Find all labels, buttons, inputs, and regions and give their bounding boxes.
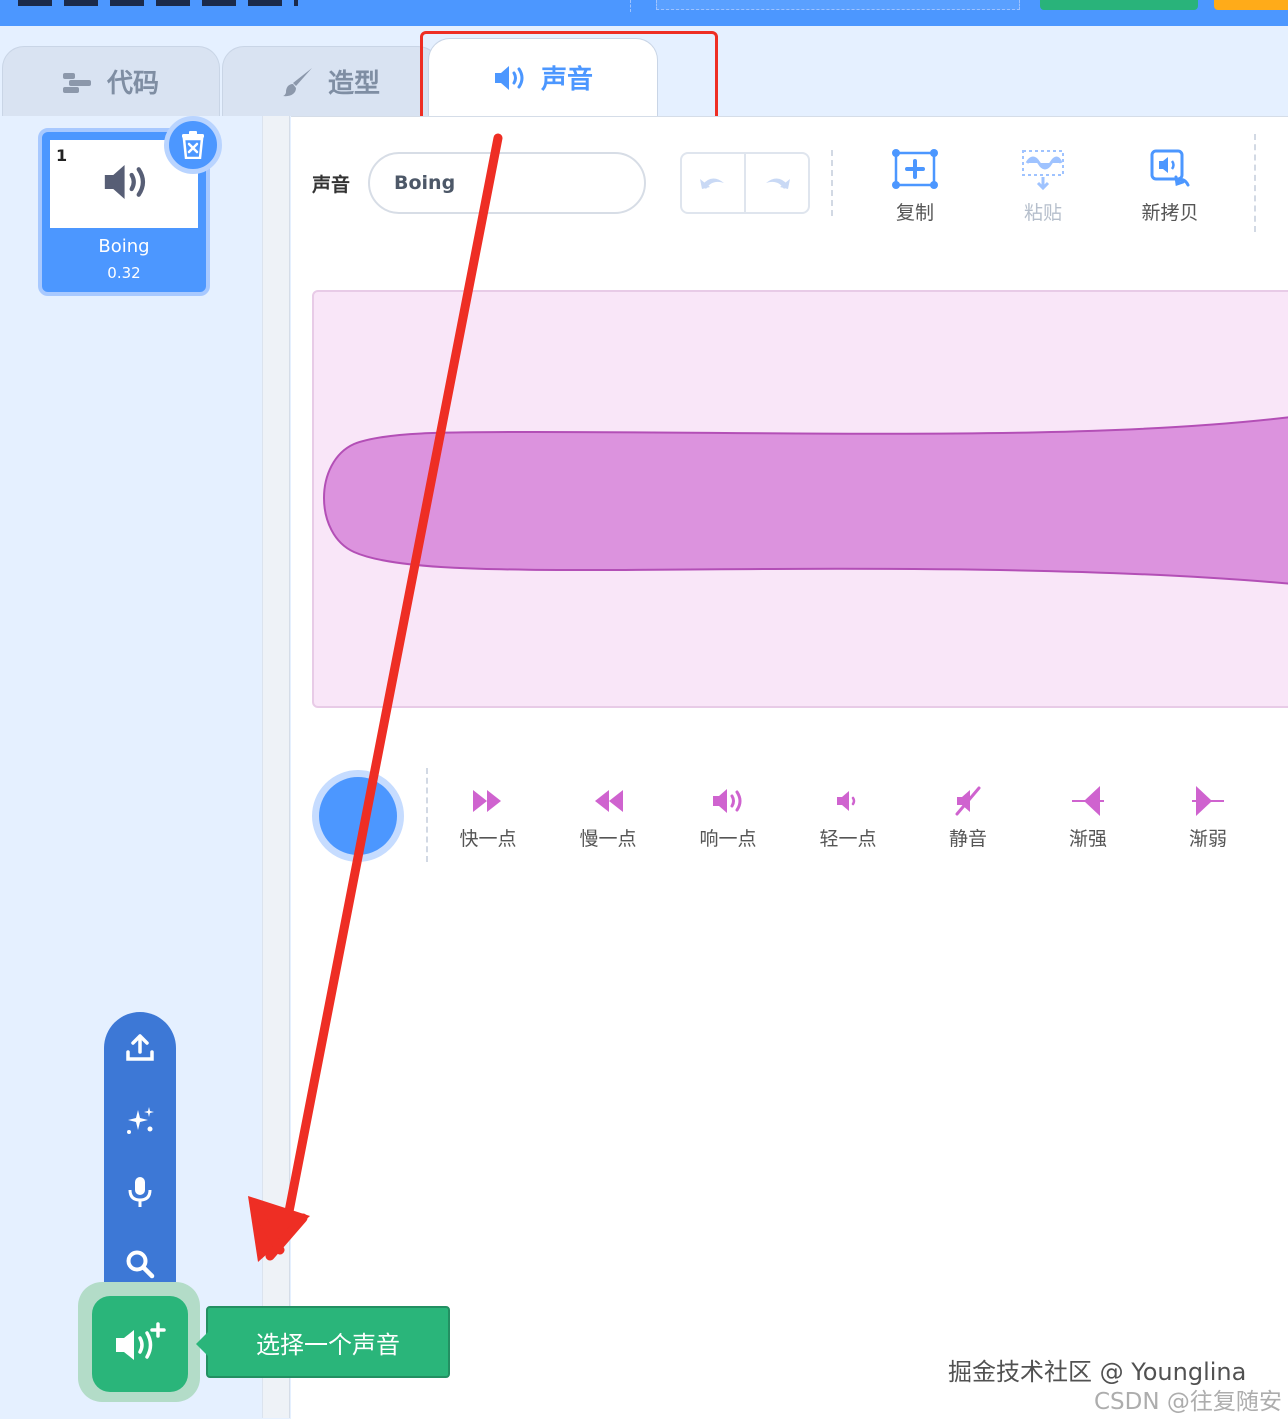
effect-fade-out-button[interactable]: 渐弱	[1158, 784, 1258, 851]
new-copy-label: 新拷贝	[1141, 202, 1199, 224]
copy-button[interactable]: 复制	[865, 144, 965, 225]
waveform-shape	[323, 416, 1288, 585]
add-sound-tooltip: 选择一个声音	[196, 1306, 450, 1378]
add-sound-menu	[104, 1012, 176, 1312]
effect-softer-button[interactable]: 轻一点	[798, 784, 898, 851]
sound-list-scrollbar[interactable]	[262, 116, 290, 1418]
delete-sound-button[interactable]	[164, 116, 222, 174]
sound-waveform[interactable]	[312, 290, 1288, 708]
copy-icon	[865, 144, 965, 194]
sound-speaker-icon	[102, 162, 150, 206]
add-sound-icon	[116, 1322, 166, 1360]
surprise-button[interactable]	[104, 1090, 176, 1150]
see-project-button[interactable]	[1214, 0, 1288, 10]
copy-label: 复制	[895, 202, 934, 224]
slower-icon	[558, 784, 658, 818]
tab-code-label: 代码	[106, 69, 159, 99]
undo-button[interactable]	[682, 154, 744, 212]
toolbar-divider-right	[1254, 134, 1256, 232]
redo-icon	[766, 178, 790, 189]
upload-icon	[126, 1034, 154, 1061]
effect-slower-button[interactable]: 慢一点	[558, 784, 658, 851]
sound-name-input[interactable]	[368, 152, 646, 214]
sound-name-label: 声音	[312, 174, 351, 196]
fade-out-icon	[1158, 784, 1258, 818]
effect-fade-in-label: 渐强	[1068, 828, 1107, 850]
effect-faster-label: 快一点	[459, 828, 517, 850]
brush-icon	[282, 66, 314, 98]
code-icon	[62, 71, 93, 93]
fade-in-icon	[1038, 784, 1138, 818]
sound-name: Boing	[98, 236, 150, 257]
trash-icon	[182, 131, 204, 159]
effect-softer-label: 轻一点	[819, 828, 877, 850]
redo-button[interactable]	[744, 154, 808, 212]
tab-code[interactable]: 代码	[2, 46, 220, 116]
undo-icon	[700, 178, 724, 189]
effect-mute-label: 静音	[948, 828, 987, 850]
paste-icon	[993, 144, 1093, 194]
softer-icon	[798, 784, 898, 818]
effect-louder-label: 响一点	[699, 828, 757, 850]
logo	[18, 0, 298, 6]
record-icon	[128, 1177, 152, 1207]
upload-sound-button[interactable]	[104, 1018, 176, 1078]
effect-faster-button[interactable]: 快一点	[438, 784, 538, 851]
search-icon	[126, 1250, 155, 1279]
undo-redo-group	[680, 152, 810, 214]
paste-label: 粘贴	[1023, 202, 1062, 224]
effect-mute-button[interactable]: 静音	[918, 784, 1018, 851]
add-sound-button[interactable]	[92, 1296, 188, 1392]
tooltip-text: 选择一个声音	[256, 1330, 400, 1359]
menu-divider	[630, 0, 631, 12]
paste-button[interactable]: 粘贴	[993, 144, 1093, 225]
louder-icon	[678, 784, 778, 818]
tab-costumes-label: 造型	[327, 69, 380, 99]
mute-icon	[918, 784, 1018, 818]
record-button[interactable]	[104, 1162, 176, 1222]
effect-slower-label: 慢一点	[579, 828, 637, 850]
watermark-csdn: CSDN @往复随安	[1094, 1389, 1282, 1415]
effects-divider	[426, 768, 428, 862]
play-button[interactable]	[312, 770, 404, 862]
project-title-field[interactable]	[656, 0, 1020, 10]
effect-fade-in-button[interactable]: 渐强	[1038, 784, 1138, 851]
surprise-icon	[127, 1107, 154, 1134]
faster-icon	[438, 784, 538, 818]
sound-duration: 0.32	[107, 264, 141, 282]
sound-index: 1	[56, 146, 68, 165]
toolbar-divider	[831, 150, 833, 216]
new-copy-icon	[1120, 144, 1220, 194]
share-button[interactable]	[1040, 0, 1198, 10]
effect-louder-button[interactable]: 响一点	[678, 784, 778, 851]
new-copy-button[interactable]: 新拷贝	[1120, 144, 1220, 225]
menu-bar	[0, 0, 1288, 26]
tab-costumes[interactable]: 造型	[222, 46, 440, 116]
effect-fade-out-label: 渐弱	[1188, 828, 1227, 850]
